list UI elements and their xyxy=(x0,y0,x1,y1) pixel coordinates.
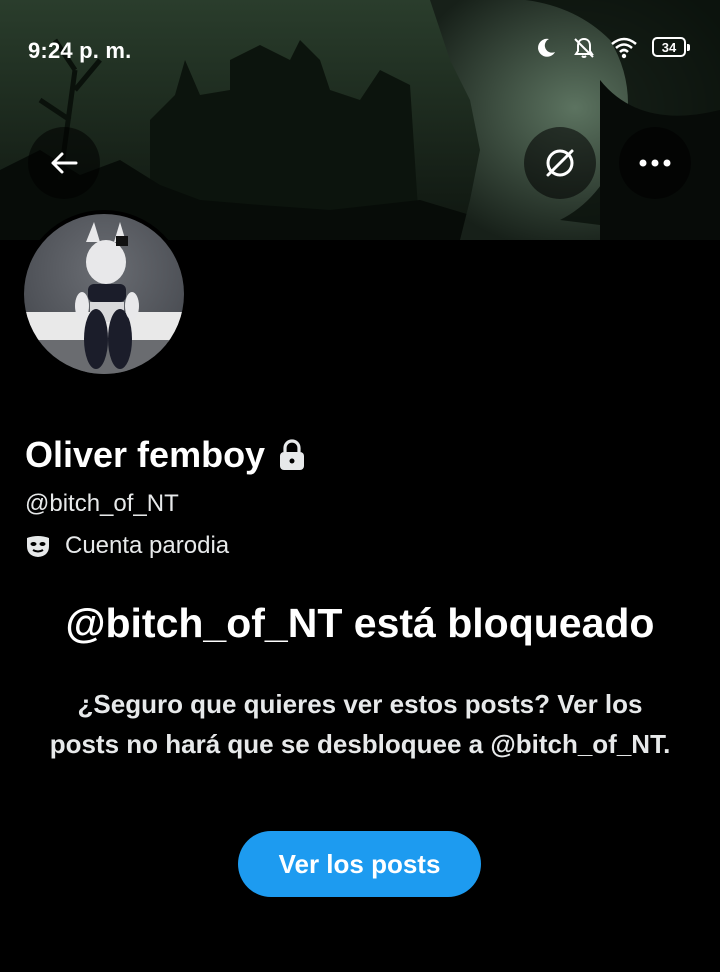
grok-icon xyxy=(546,149,574,177)
battery-icon: 34 xyxy=(652,37,690,59)
mask-icon xyxy=(27,536,49,557)
avatar[interactable] xyxy=(20,210,188,378)
parody-label-row: Cuenta parodia xyxy=(25,532,229,560)
lock-icon xyxy=(280,439,305,470)
wifi-icon xyxy=(611,37,637,59)
profile-handle: @bitch_of_NT xyxy=(25,490,179,517)
blocked-title: @bitch_of_NT está bloqueado xyxy=(65,600,655,646)
display-name: Oliver femboy xyxy=(25,434,266,475)
blocked-description: ¿Seguro que quieres ver estos posts? Ver… xyxy=(49,689,671,759)
status-time: 9:24 p. m. xyxy=(28,38,132,63)
grok-button[interactable] xyxy=(524,127,596,199)
battery-level: 34 xyxy=(652,37,686,57)
more-dots-icon xyxy=(639,159,671,167)
status-icons: 34 xyxy=(534,36,690,60)
view-posts-button[interactable]: Ver los posts xyxy=(238,831,481,897)
display-name-row: Oliver femboy xyxy=(25,434,307,476)
status-bar: 9:24 p. m. 34 xyxy=(0,0,720,100)
moon-icon xyxy=(538,38,555,57)
back-button[interactable] xyxy=(28,127,100,199)
more-button[interactable] xyxy=(619,127,691,199)
arrow-left-icon xyxy=(51,152,78,174)
parody-label: Cuenta parodia xyxy=(65,532,230,559)
bell-off-icon xyxy=(574,37,594,58)
avatar-image xyxy=(24,214,184,374)
